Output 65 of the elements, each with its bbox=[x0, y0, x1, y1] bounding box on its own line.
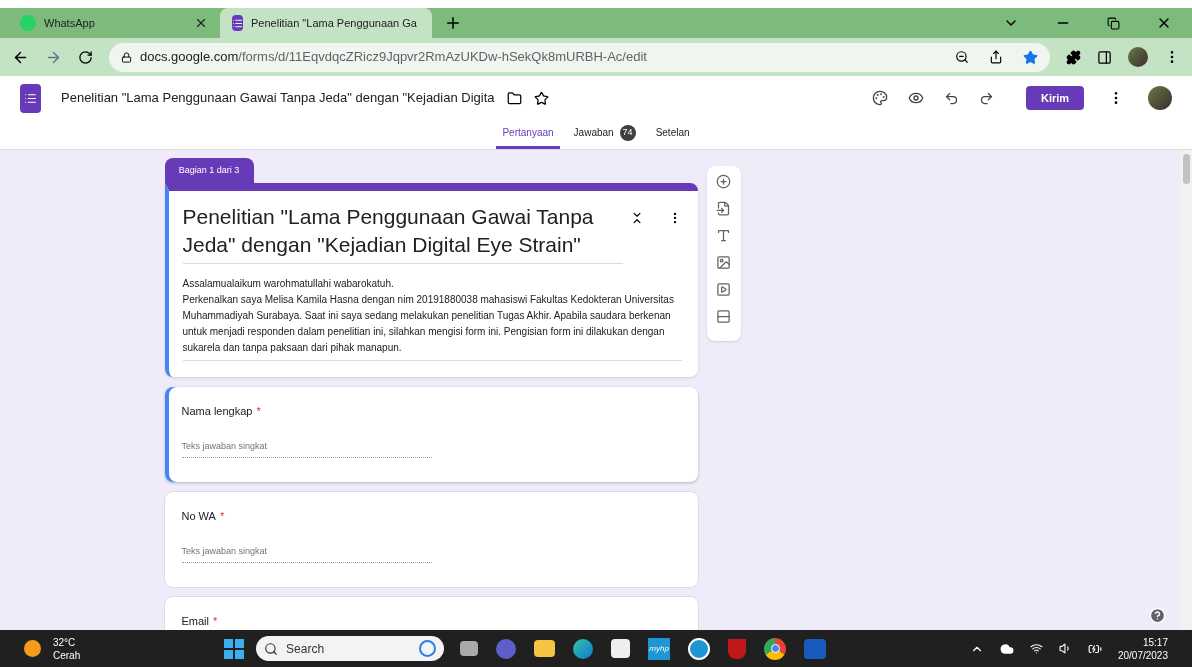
form-description[interactable]: Assalamualaikum warohmatullahi wabarokatuh. Perkenalkan saya Melisa Kamila Hasna dengan nim 20191880038 mahasiswi Fakultas Kedokteran Universitas Muhammadiyah Surabaya. Saat ini saya sedang melakukan penelitian Tugas Akhir. Apabila saudara berkenan untuk menjadi responden dalam penelitian ini, silahkan mengisi form ini. Pengisian form ini dilakukan dengan sukarela dan tanpa paksaan dari pihak manapun. bbox=[182, 276, 682, 361]
required-asterisk: * bbox=[213, 614, 218, 629]
side-panel-icon[interactable] bbox=[1097, 49, 1112, 65]
question-title[interactable]: Nama lengkap bbox=[181, 403, 253, 420]
form-tab[interactable]: Setelan bbox=[649, 119, 696, 149]
wifi-icon[interactable] bbox=[1029, 642, 1043, 655]
section-icon[interactable] bbox=[716, 309, 731, 324]
search-icon bbox=[264, 641, 279, 656]
palette-icon[interactable] bbox=[872, 90, 888, 106]
count-badge: 74 bbox=[619, 124, 636, 141]
question-card[interactable]: Email * bbox=[164, 597, 698, 630]
new-tab-icon[interactable] bbox=[444, 14, 462, 32]
star-icon[interactable] bbox=[1023, 49, 1038, 65]
section-label: Bagian 1 dari 3 bbox=[164, 158, 254, 183]
share-icon[interactable] bbox=[989, 50, 1003, 64]
section-card[interactable] bbox=[164, 183, 698, 377]
required-asterisk: * bbox=[256, 404, 261, 419]
question-title[interactable]: No WA bbox=[181, 508, 216, 525]
question-title[interactable]: Email bbox=[181, 613, 209, 630]
weather-temperature: 32°C bbox=[53, 635, 77, 649]
add-question-icon[interactable] bbox=[716, 174, 731, 189]
short-answer-field: Teks jawaban singkat bbox=[181, 544, 432, 563]
scrollbar-thumb[interactable] bbox=[1182, 154, 1190, 184]
forms-logo-icon[interactable] bbox=[20, 83, 41, 113]
tab-title: WhatsApp bbox=[44, 15, 96, 31]
avatar-icon[interactable] bbox=[1128, 47, 1148, 67]
undo-icon[interactable] bbox=[944, 90, 959, 106]
form-title[interactable]: Penelitian "Lama Penggunaan Gawai Tanpa Jeda" dengan "Kejadian Digital Eye Strain" bbox=[182, 203, 623, 264]
weather-text: Cerah bbox=[53, 648, 81, 662]
tab-title: Penelitian "Lama Penggunaan Ga bbox=[251, 15, 417, 31]
sun-icon[interactable] bbox=[24, 640, 41, 657]
restore-icon[interactable] bbox=[1107, 16, 1120, 30]
redo-icon[interactable] bbox=[979, 90, 994, 106]
taskbar-search-field[interactable]: Search bbox=[256, 636, 445, 661]
speaker-icon[interactable] bbox=[1058, 642, 1072, 655]
question-card[interactable]: Nama lengkap * Teks jawaban singkat bbox=[164, 387, 698, 482]
form-tab[interactable]: Jawaban 74 bbox=[567, 119, 642, 149]
url-text: docs.google.com/forms/d/11EqvdqcZRicz9Jqpvr2RmAzUKDw-hSekQk8mURBH-Ac/edit bbox=[140, 48, 648, 67]
star-icon[interactable] bbox=[533, 90, 549, 106]
browser-tab[interactable]: WhatsApp bbox=[8, 8, 220, 38]
browser-tab[interactable]: Penelitian "Lama Penggunaan Ga bbox=[220, 8, 432, 38]
zoom-out-icon[interactable] bbox=[955, 50, 969, 64]
text-icon[interactable] bbox=[716, 228, 731, 243]
avatar-icon[interactable] bbox=[1148, 86, 1172, 110]
short-answer-field: Teks jawaban singkat bbox=[181, 439, 432, 458]
clock-time[interactable]: 15:17 bbox=[1142, 635, 1168, 649]
chrome-icon[interactable] bbox=[764, 637, 787, 660]
question-card[interactable]: No WA * Teks jawaban singkat bbox=[164, 492, 698, 587]
clock-date[interactable]: 20/07/2023 bbox=[1117, 648, 1168, 662]
start-icon[interactable] bbox=[224, 638, 245, 659]
send-button[interactable]: Kirim bbox=[1026, 86, 1084, 110]
cloud-icon[interactable] bbox=[999, 641, 1014, 656]
import-icon[interactable] bbox=[716, 201, 731, 216]
required-asterisk: * bbox=[219, 509, 225, 524]
puzzle-icon[interactable] bbox=[1066, 49, 1081, 65]
lock-icon bbox=[121, 51, 132, 63]
close-icon[interactable] bbox=[194, 16, 208, 30]
document-title[interactable]: Penelitian "Lama Penggunaan Gawai Tanpa Jeda" dengan "Kejadian Digita bbox=[61, 88, 495, 108]
preview-icon[interactable] bbox=[908, 90, 924, 106]
address-bar[interactable]: docs.google.com/forms/d/11EqvdqcZRicz9Jqpvr2RmAzUKDw-hSekQk8mURBH-Ac/edit bbox=[109, 42, 1050, 72]
form-icon bbox=[232, 15, 243, 31]
shield-icon[interactable] bbox=[728, 638, 747, 659]
reload-icon[interactable] bbox=[78, 49, 93, 65]
image-icon[interactable] bbox=[716, 255, 731, 270]
video-icon[interactable] bbox=[716, 282, 731, 297]
